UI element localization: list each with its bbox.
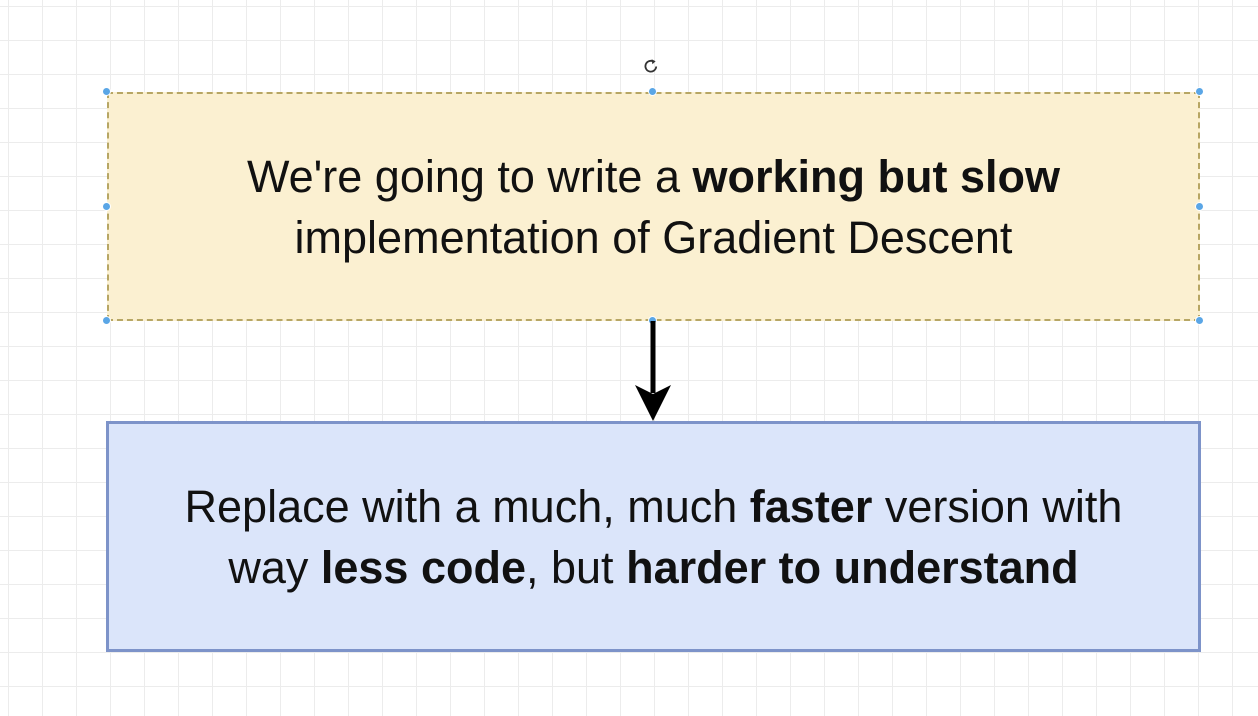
resize-handle-middle-left[interactable]	[102, 202, 111, 211]
rotate-icon[interactable]	[641, 56, 661, 76]
resize-handle-top-left[interactable]	[102, 87, 111, 96]
resize-handle-bottom-left[interactable]	[102, 316, 111, 325]
bottom-box-text: Replace with a much, much faster version…	[184, 480, 1123, 593]
connector-arrow[interactable]	[630, 321, 676, 423]
top-box-text: We're going to write a working but slow …	[247, 150, 1060, 263]
bottom-process-box[interactable]: Replace with a much, much faster version…	[106, 421, 1201, 652]
resize-handle-bottom-right[interactable]	[1195, 316, 1204, 325]
resize-handle-top-center[interactable]	[648, 87, 657, 96]
diagram-canvas[interactable]: We're going to write a working but slow …	[0, 0, 1258, 716]
top-process-box[interactable]: We're going to write a working but slow …	[107, 92, 1200, 321]
resize-handle-middle-right[interactable]	[1195, 202, 1204, 211]
resize-handle-top-right[interactable]	[1195, 87, 1204, 96]
